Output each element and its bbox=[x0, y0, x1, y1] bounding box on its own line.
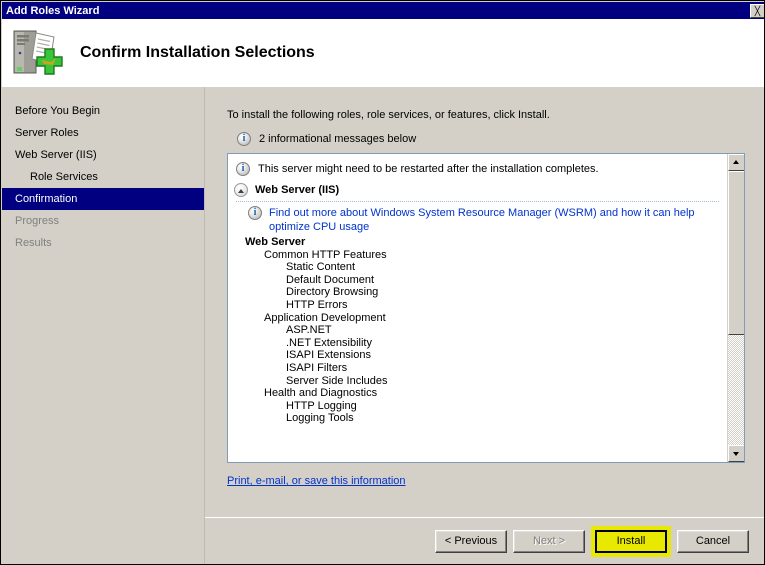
previous-button[interactable]: < Previous bbox=[435, 530, 507, 553]
restart-notice-label: This server might need to be restarted a… bbox=[258, 162, 599, 176]
group-title: Web Server (IIS) bbox=[255, 184, 339, 196]
wizard-nav: Before You BeginServer RolesWeb Server (… bbox=[2, 87, 204, 565]
wsrm-info-row: Find out more about Windows System Resou… bbox=[228, 206, 727, 236]
print-email-save-link[interactable]: Print, e-mail, or save this information bbox=[227, 475, 406, 487]
sidebar-item-progress[interactable]: Progress bbox=[2, 210, 204, 232]
next-button: Next > bbox=[513, 530, 585, 553]
tree-item: Server Side Includes bbox=[228, 375, 727, 388]
sidebar-item-results[interactable]: Results bbox=[2, 232, 204, 254]
sidebar-item-web-server-iis[interactable]: Web Server (IIS) bbox=[2, 144, 204, 166]
install-button-highlight: Install bbox=[591, 526, 671, 557]
tree-item: ASP.NET bbox=[228, 324, 727, 337]
wizard-footer: < Previous Next > Install Cancel bbox=[205, 518, 765, 565]
cancel-button[interactable]: Cancel bbox=[677, 530, 749, 553]
info-icon bbox=[248, 206, 262, 220]
install-button[interactable]: Install bbox=[595, 530, 667, 553]
tree-item: Static Content bbox=[228, 261, 727, 274]
tree-item: Common HTTP Features bbox=[228, 249, 727, 262]
info-icon bbox=[237, 132, 251, 146]
main-content: To install the following roles, role ser… bbox=[205, 87, 765, 565]
sidebar-item-role-services[interactable]: Role Services bbox=[2, 166, 204, 188]
sidebar-item-confirmation[interactable]: Confirmation bbox=[2, 188, 204, 210]
wizard-header: Confirm Installation Selections bbox=[2, 19, 765, 87]
add-roles-wizard-window: Add Roles Wizard ╳ bbox=[0, 0, 765, 565]
window-title: Add Roles Wizard bbox=[2, 5, 99, 17]
tree-item: HTTP Logging bbox=[228, 400, 727, 413]
close-icon[interactable]: ╳ bbox=[750, 4, 765, 18]
sidebar-item-server-roles[interactable]: Server Roles bbox=[2, 122, 204, 144]
tree-item: Application Development bbox=[228, 312, 727, 325]
installation-selections-box: This server might need to be restarted a… bbox=[227, 153, 745, 463]
instruction-text: To install the following roles, role ser… bbox=[227, 109, 550, 121]
sidebar-item-before-you-begin[interactable]: Before You Begin bbox=[2, 100, 204, 122]
scroll-up-icon[interactable] bbox=[728, 154, 745, 171]
restart-notice-row: This server might need to be restarted a… bbox=[228, 159, 727, 181]
role-services-tree: Web ServerCommon HTTP FeaturesStatic Con… bbox=[228, 236, 727, 425]
wsrm-link[interactable]: Find out more about Windows System Resou… bbox=[269, 206, 717, 234]
server-add-icon bbox=[10, 27, 66, 79]
tree-item: Directory Browsing bbox=[228, 286, 727, 299]
tree-item: Web Server bbox=[228, 236, 727, 249]
scrollbar-thumb[interactable] bbox=[728, 171, 745, 335]
chevron-up-icon[interactable] bbox=[234, 183, 248, 197]
selections-scroll-content: This server might need to be restarted a… bbox=[228, 154, 727, 462]
web-server-group-header[interactable]: Web Server (IIS) bbox=[228, 181, 727, 199]
info-summary-label: 2 informational messages below bbox=[259, 133, 416, 145]
selections-scrollbar[interactable] bbox=[727, 154, 744, 462]
scrollbar-track[interactable] bbox=[728, 171, 745, 445]
tree-item: HTTP Errors bbox=[228, 299, 727, 312]
title-bar-buttons: ╳ bbox=[750, 2, 765, 19]
title-bar: Add Roles Wizard ╳ bbox=[2, 2, 765, 19]
tree-item: Health and Diagnostics bbox=[228, 387, 727, 400]
tree-item: ISAPI Filters bbox=[228, 362, 727, 375]
info-icon bbox=[236, 162, 250, 176]
tree-item: ISAPI Extensions bbox=[228, 349, 727, 362]
scroll-down-icon[interactable] bbox=[728, 445, 745, 462]
page-title: Confirm Installation Selections bbox=[80, 44, 315, 62]
tree-item: .NET Extensibility bbox=[228, 337, 727, 350]
tree-item: Default Document bbox=[228, 274, 727, 287]
group-divider bbox=[236, 201, 719, 203]
informational-messages-summary: 2 informational messages below bbox=[237, 132, 416, 146]
tree-item: Logging Tools bbox=[228, 412, 727, 425]
